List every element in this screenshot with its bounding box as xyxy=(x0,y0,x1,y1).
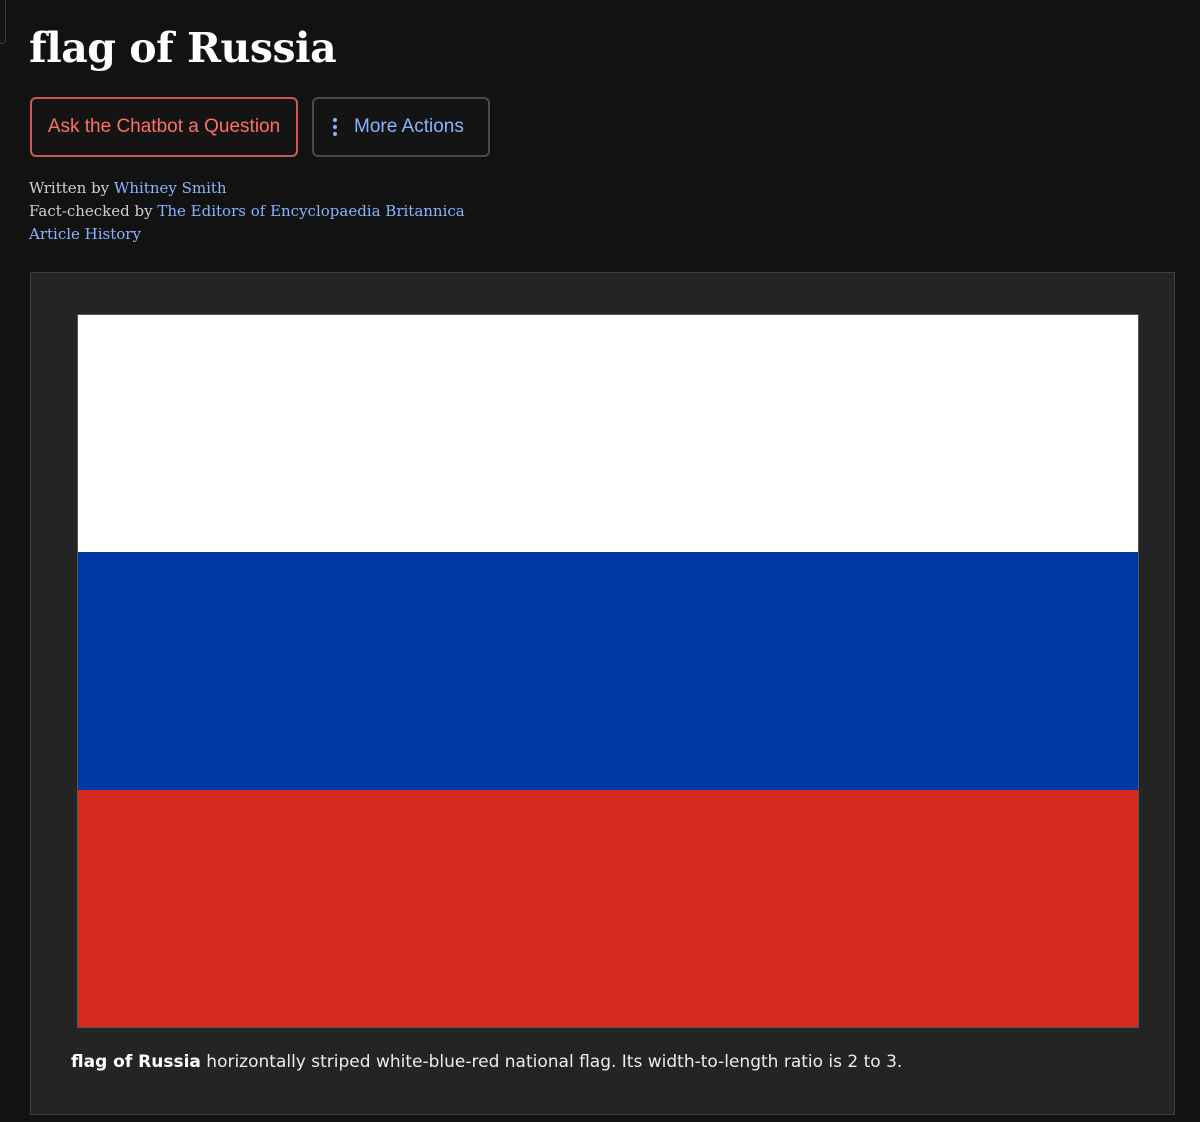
fact-checker-link[interactable]: The Editors of Encyclopaedia Britannica xyxy=(157,202,464,220)
byline-author-row: Written by Whitney Smith xyxy=(29,177,465,200)
caption-title: flag of Russia xyxy=(71,1052,201,1072)
figure-caption: flag of Russia horizontally striped whit… xyxy=(71,1050,902,1074)
flag-stripe-blue xyxy=(78,552,1138,790)
ask-chatbot-label: Ask the Chatbot a Question xyxy=(47,116,281,137)
author-link[interactable]: Whitney Smith xyxy=(114,179,227,197)
flag-stripe-red xyxy=(78,789,1138,1027)
figure-panel: flag of Russia horizontally striped whit… xyxy=(30,272,1175,1115)
action-bar: Ask the Chatbot a Question More Actions xyxy=(30,97,490,157)
written-by-label: Written by xyxy=(29,179,114,197)
russia-flag-image[interactable] xyxy=(77,314,1139,1028)
ask-chatbot-button[interactable]: Ask the Chatbot a Question xyxy=(30,97,298,157)
flag-stripe-white xyxy=(78,315,1138,553)
more-actions-button[interactable]: More Actions xyxy=(312,97,490,157)
byline-history-row: Article History xyxy=(29,223,465,246)
fact-checked-by-label: Fact-checked by xyxy=(29,202,158,220)
article-history-link[interactable]: Article History xyxy=(29,225,141,243)
caption-text: horizontally striped white-blue-red nati… xyxy=(200,1052,903,1072)
byline: Written by Whitney Smith Fact-checked by… xyxy=(29,177,465,246)
page-title: flag of Russia xyxy=(29,24,337,72)
sidebar-edge-handle[interactable] xyxy=(0,0,6,44)
more-actions-label: More Actions xyxy=(354,116,464,137)
vertical-dots-icon xyxy=(332,118,338,136)
byline-factcheck-row: Fact-checked by The Editors of Encyclopa… xyxy=(29,200,465,223)
